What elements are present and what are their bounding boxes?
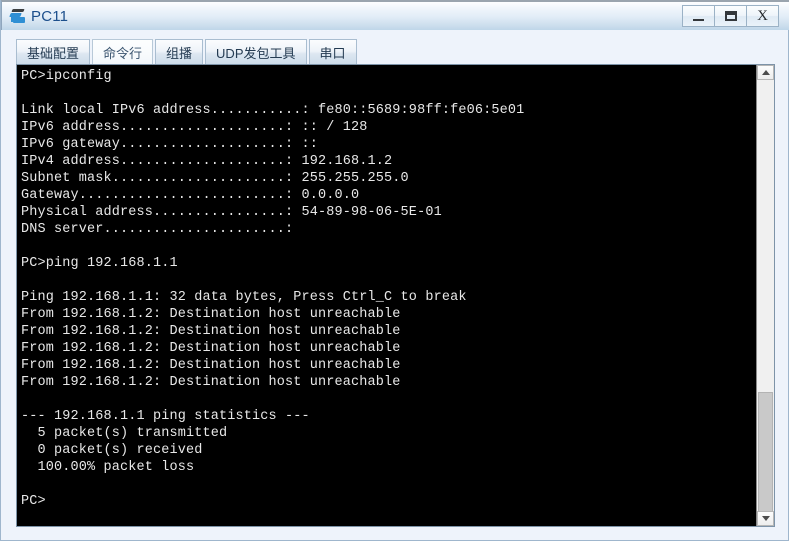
terminal-scrollbar[interactable]	[756, 65, 774, 526]
tab-strip: 基础配置 命令行 组播 UDP发包工具 串口	[16, 38, 359, 65]
terminal-line: PC>	[21, 494, 46, 509]
chevron-down-icon	[761, 516, 770, 521]
terminal-line: 5 packet(s) transmitted	[21, 426, 228, 441]
terminal-line: Physical address................: 54-89-…	[21, 205, 442, 220]
tab-multicast[interactable]: 组播	[155, 39, 204, 65]
terminal-line: PC>ping 192.168.1.1	[21, 256, 178, 271]
tab-label: 命令行	[103, 46, 143, 61]
terminal-panel[interactable]: PC>ipconfig Link local IPv6 address.....…	[16, 64, 775, 527]
terminal-line: DNS server......................:	[21, 222, 294, 237]
tab-label: 组播	[166, 46, 193, 61]
maximize-icon	[724, 11, 737, 21]
tab-label: 基础配置	[27, 46, 80, 61]
tab-serial-port[interactable]: 串口	[308, 39, 357, 65]
title-bar[interactable]: PC11 X	[1, 0, 789, 30]
tab-command-line[interactable]: 命令行	[92, 39, 154, 65]
tab-label: UDP发包工具	[216, 46, 296, 61]
terminal-line: Gateway.........................: 0.0.0.…	[21, 188, 360, 203]
close-button[interactable]: X	[746, 5, 779, 27]
tab-label: 串口	[319, 46, 346, 61]
minimize-icon	[693, 18, 704, 21]
window-title: PC11	[31, 7, 69, 25]
title-bar-left: PC11	[2, 7, 682, 25]
scroll-up-button[interactable]	[757, 65, 774, 80]
terminal-line: PC>ipconfig	[21, 69, 112, 84]
terminal-line: From 192.168.1.2: Destination host unrea…	[21, 341, 401, 356]
scroll-down-button[interactable]	[757, 511, 774, 526]
terminal-line: IPv6 gateway....................: ::	[21, 137, 319, 152]
terminal-line: From 192.168.1.2: Destination host unrea…	[21, 324, 401, 339]
terminal-line: From 192.168.1.2: Destination host unrea…	[21, 375, 401, 390]
terminal-line: --- 192.168.1.1 ping statistics ---	[21, 409, 310, 424]
tab-basic-config[interactable]: 基础配置	[16, 39, 91, 65]
pc-device-icon	[9, 7, 27, 25]
terminal-line: IPv6 address....................: :: / 1…	[21, 120, 368, 135]
terminal-line: Subnet mask.....................: 255.25…	[21, 171, 409, 186]
terminal-line: Link local IPv6 address...........: fe80…	[21, 103, 525, 118]
terminal-line: From 192.168.1.2: Destination host unrea…	[21, 358, 401, 373]
terminal-line: 100.00% packet loss	[21, 460, 195, 475]
terminal-line: From 192.168.1.2: Destination host unrea…	[21, 307, 401, 322]
terminal-line: 0 packet(s) received	[21, 443, 203, 458]
terminal-output[interactable]: PC>ipconfig Link local IPv6 address.....…	[17, 65, 756, 526]
pc-terminal-window: PC11 X 基础配置 命令行 组播 UDP发包工具 串口 PC>ipconfi…	[0, 0, 789, 541]
scrollbar-track[interactable]	[757, 80, 774, 512]
scrollbar-thumb[interactable]	[758, 392, 773, 512]
terminal-line: Ping 192.168.1.1: 32 data bytes, Press C…	[21, 290, 467, 305]
chevron-up-icon	[761, 70, 770, 75]
terminal-line: IPv4 address....................: 192.16…	[21, 154, 393, 169]
window-buttons: X	[682, 5, 779, 27]
close-icon: X	[757, 7, 768, 24]
tab-udp-packet-tool[interactable]: UDP发包工具	[205, 39, 307, 65]
maximize-button[interactable]	[714, 5, 747, 27]
minimize-button[interactable]	[682, 5, 715, 27]
